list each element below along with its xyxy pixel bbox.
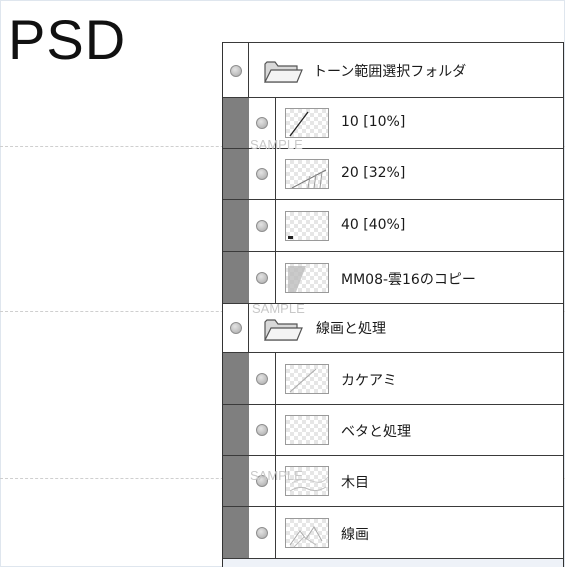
layer-name: 線画と処理: [316, 321, 386, 337]
folder-icon: [264, 319, 303, 341]
layer-thumbnail: [285, 415, 329, 445]
visibility-cell[interactable]: [249, 252, 276, 303]
visibility-cell[interactable]: [249, 200, 276, 251]
layer-row[interactable]: ベタと処理: [223, 405, 563, 456]
visibility-toggle-icon[interactable]: [256, 424, 268, 436]
visibility-cell[interactable]: [249, 507, 276, 558]
visibility-toggle-icon[interactable]: [256, 168, 268, 180]
visibility-toggle-icon[interactable]: [256, 117, 268, 129]
layer-name: 木目: [341, 475, 369, 491]
visibility-toggle-icon[interactable]: [230, 322, 242, 334]
visibility-cell[interactable]: [249, 405, 276, 455]
visibility-toggle-icon[interactable]: [230, 65, 242, 77]
visibility-toggle-icon[interactable]: [256, 527, 268, 539]
visibility-cell[interactable]: [249, 353, 276, 404]
layer-thumbnail: [285, 108, 329, 138]
layer-name: ベタと処理: [341, 424, 411, 440]
indent-bar: [223, 98, 249, 148]
layer-name: トーン範囲選択フォルダ: [313, 64, 467, 80]
visibility-toggle-icon[interactable]: [256, 272, 268, 284]
indent-bar: [223, 507, 249, 558]
page-title: PSD: [8, 8, 127, 71]
layer-name: カケアミ: [341, 373, 397, 389]
layer-row[interactable]: 20 [32%]: [223, 149, 563, 200]
indent-bar: [223, 252, 249, 303]
layer-row[interactable]: カケアミ: [223, 353, 563, 405]
visibility-cell[interactable]: [223, 43, 249, 97]
layer-thumbnail: [285, 211, 329, 241]
layer-thumbnail: [285, 518, 329, 548]
indent-bar: [223, 405, 249, 455]
indent-bar: [223, 456, 249, 506]
layer-thumbnail: [285, 263, 329, 293]
visibility-cell[interactable]: [223, 304, 249, 352]
layer-name: 20 [32%]: [341, 165, 406, 181]
indent-bar: [223, 353, 249, 404]
indent-bar: [223, 149, 249, 199]
watermark-text: SAMPLE: [250, 137, 303, 152]
layer-row[interactable]: 線画: [223, 507, 563, 559]
visibility-toggle-icon[interactable]: [256, 220, 268, 232]
watermark-text: SAMPLE: [252, 301, 305, 316]
layer-row[interactable]: 40 [40%]: [223, 200, 563, 252]
layer-thumbnail: [285, 159, 329, 189]
indent-bar: [223, 200, 249, 251]
panel-bottom-strip: [223, 559, 563, 567]
visibility-toggle-icon[interactable]: [256, 373, 268, 385]
layer-name: 40 [40%]: [341, 217, 406, 233]
layer-name: 線画: [341, 527, 369, 543]
layer-name: 10 [10%]: [341, 114, 406, 130]
layer-row[interactable]: MM08-雲16のコピー: [223, 252, 563, 304]
layer-name: MM08-雲16のコピー: [341, 272, 476, 288]
folder-icon: [264, 61, 303, 83]
watermark-text: SAMPLE: [250, 468, 303, 483]
layer-folder-row[interactable]: トーン範囲選択フォルダ: [223, 42, 563, 98]
layer-thumbnail: [285, 364, 329, 394]
visibility-cell[interactable]: [249, 149, 276, 199]
